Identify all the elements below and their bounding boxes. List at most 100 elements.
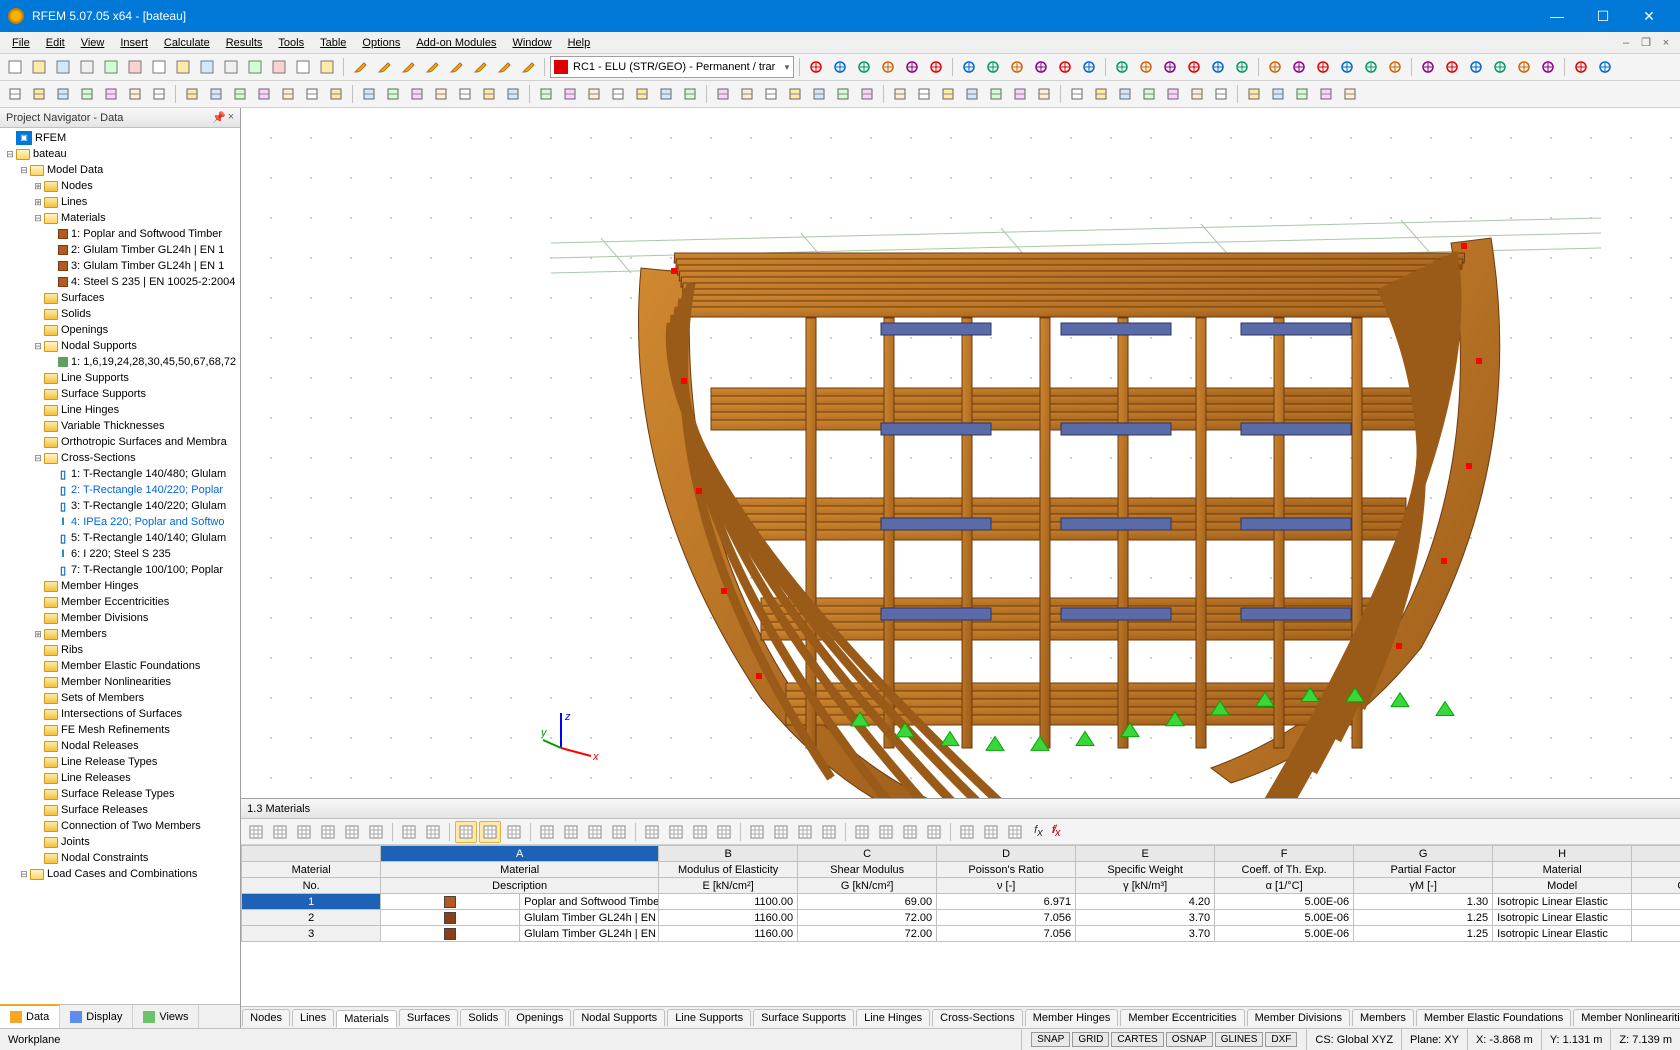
- tree-rest-3[interactable]: ⊞Members: [0, 626, 240, 642]
- status-toggle-osnap[interactable]: OSNAP: [1166, 1032, 1213, 1047]
- tree-var_thick[interactable]: Variable Thicknesses: [0, 418, 240, 434]
- tb1-btn-12[interactable]: [292, 56, 314, 78]
- tb2-btn-14[interactable]: [358, 83, 380, 105]
- tree-surfaces[interactable]: Surfaces: [0, 290, 240, 306]
- tb2-btn-50[interactable]: [1267, 83, 1289, 105]
- tb1-tool-9[interactable]: [1030, 56, 1052, 78]
- tbltool-5[interactable]: [365, 821, 387, 843]
- tree-load-cases[interactable]: ⊟Load Cases and Combinations: [0, 866, 240, 882]
- tree-rest-15[interactable]: Connection of Two Members: [0, 818, 240, 834]
- menu-tools[interactable]: Tools: [270, 35, 312, 51]
- tb1-tool-21[interactable]: [1336, 56, 1358, 78]
- tb1-btn-11[interactable]: [268, 56, 290, 78]
- tbltool-0[interactable]: [245, 821, 267, 843]
- tree-nodes[interactable]: ⊞Nodes: [0, 178, 240, 194]
- tree-rest-1[interactable]: Member Eccentricities: [0, 594, 240, 610]
- table-row[interactable]: 1Poplar and Softwood Timber C24 | EN 199…: [242, 894, 1680, 910]
- tb1-tool-10[interactable]: [1054, 56, 1076, 78]
- tb1-edit-1[interactable]: [373, 56, 395, 78]
- tbltool-1[interactable]: [269, 821, 291, 843]
- tree-cs-5[interactable]: I6: I 220; Steel S 235: [0, 546, 240, 562]
- table-tab-member-elastic-foundations[interactable]: Member Elastic Foundations: [1416, 1009, 1571, 1026]
- tb2-btn-53[interactable]: [1339, 83, 1361, 105]
- table-tab-member-divisions[interactable]: Member Divisions: [1247, 1009, 1350, 1026]
- tb2-btn-7[interactable]: [181, 83, 203, 105]
- tree-rest-14[interactable]: Surface Releases: [0, 802, 240, 818]
- tb2-btn-42[interactable]: [1066, 83, 1088, 105]
- tree-openings[interactable]: Openings: [0, 322, 240, 338]
- tb1-edit-6[interactable]: [493, 56, 515, 78]
- status-toggle-glines[interactable]: GLINES: [1215, 1032, 1264, 1047]
- tb2-btn-52[interactable]: [1315, 83, 1337, 105]
- tree-cs-3[interactable]: I4: IPEa 220; Poplar and Softwo: [0, 514, 240, 530]
- tb2-btn-12[interactable]: [301, 83, 323, 105]
- status-toggle-grid[interactable]: GRID: [1072, 1032, 1109, 1047]
- tb2-btn-40[interactable]: [1009, 83, 1031, 105]
- tb1-btn-0[interactable]: [4, 56, 26, 78]
- tb1-tool-31[interactable]: [1594, 56, 1616, 78]
- tb2-btn-23[interactable]: [583, 83, 605, 105]
- menu-file[interactable]: File: [4, 35, 38, 51]
- tb2-btn-22[interactable]: [559, 83, 581, 105]
- tb1-tool-16[interactable]: [1207, 56, 1229, 78]
- tree-cross-sections[interactable]: ⊟Cross-Sections: [0, 450, 240, 466]
- tree-model[interactable]: ⊟bateau: [0, 146, 240, 162]
- tbltool-21[interactable]: [794, 821, 816, 843]
- close-button[interactable]: ✕: [1626, 0, 1672, 32]
- menu-edit[interactable]: Edit: [38, 35, 73, 51]
- status-toggle-snap[interactable]: SNAP: [1031, 1032, 1070, 1047]
- tb1-tool-12[interactable]: [1111, 56, 1133, 78]
- tb1-tool-29[interactable]: [1537, 56, 1559, 78]
- menu-window[interactable]: Window: [504, 35, 559, 51]
- pin-icon[interactable]: 📌: [212, 111, 226, 124]
- tbltool-2[interactable]: [293, 821, 315, 843]
- tree-cs-6[interactable]: ▯7: T-Rectangle 100/100; Poplar: [0, 562, 240, 578]
- tree-rest-16[interactable]: Joints: [0, 834, 240, 850]
- tb1-tool-5[interactable]: [925, 56, 947, 78]
- tb1-tool-7[interactable]: [982, 56, 1004, 78]
- tb1-edit-3[interactable]: [421, 56, 443, 78]
- menu-results[interactable]: Results: [218, 35, 271, 51]
- tb2-btn-18[interactable]: [454, 83, 476, 105]
- tb2-btn-0[interactable]: [4, 83, 26, 105]
- menu-addon[interactable]: Add-on Modules: [408, 35, 504, 51]
- tb1-btn-4[interactable]: [100, 56, 122, 78]
- navtab-display[interactable]: Display: [60, 1005, 133, 1028]
- tb1-edit-2[interactable]: [397, 56, 419, 78]
- tree-rest-11[interactable]: Line Release Types: [0, 754, 240, 770]
- tree-rest-10[interactable]: Nodal Releases: [0, 738, 240, 754]
- tbltool-8[interactable]: [455, 821, 477, 843]
- tree-ortho[interactable]: Orthotropic Surfaces and Membra: [0, 434, 240, 450]
- loadcase-combo[interactable]: RC1 - ELU (STR/GEO) - Permanent / trar: [550, 56, 794, 78]
- table-tab-line-hinges[interactable]: Line Hinges: [856, 1009, 930, 1026]
- tbltool-28[interactable]: [980, 821, 1002, 843]
- tb2-btn-46[interactable]: [1162, 83, 1184, 105]
- tb2-btn-27[interactable]: [679, 83, 701, 105]
- tb1-tool-23[interactable]: [1384, 56, 1406, 78]
- tb1-btn-6[interactable]: [148, 56, 170, 78]
- tb1-btn-7[interactable]: [172, 56, 194, 78]
- tb2-btn-1[interactable]: [28, 83, 50, 105]
- tb2-btn-30[interactable]: [760, 83, 782, 105]
- tbltool-25[interactable]: [899, 821, 921, 843]
- tb2-btn-11[interactable]: [277, 83, 299, 105]
- tb1-btn-2[interactable]: [52, 56, 74, 78]
- minimize-button[interactable]: —: [1534, 0, 1580, 32]
- materials-table[interactable]: ABCDEFGHIMaterialMaterialModulus of Elas…: [241, 845, 1680, 1006]
- tb2-btn-31[interactable]: [784, 83, 806, 105]
- table-tab-nodal-supports[interactable]: Nodal Supports: [573, 1009, 665, 1026]
- tb2-btn-48[interactable]: [1210, 83, 1232, 105]
- tb2-btn-17[interactable]: [430, 83, 452, 105]
- tb1-tool-15[interactable]: [1183, 56, 1205, 78]
- tb2-btn-32[interactable]: [808, 83, 830, 105]
- tb1-tool-18[interactable]: [1264, 56, 1286, 78]
- tb2-btn-44[interactable]: [1114, 83, 1136, 105]
- tb2-btn-29[interactable]: [736, 83, 758, 105]
- tb2-btn-28[interactable]: [712, 83, 734, 105]
- tree-rest-5[interactable]: Member Elastic Foundations: [0, 658, 240, 674]
- tbltool-18[interactable]: [713, 821, 735, 843]
- table-tab-member-nonlinearities[interactable]: Member Nonlinearities: [1573, 1009, 1680, 1026]
- tb2-btn-26[interactable]: [655, 83, 677, 105]
- tb2-btn-51[interactable]: [1291, 83, 1313, 105]
- tb1-tool-24[interactable]: [1417, 56, 1439, 78]
